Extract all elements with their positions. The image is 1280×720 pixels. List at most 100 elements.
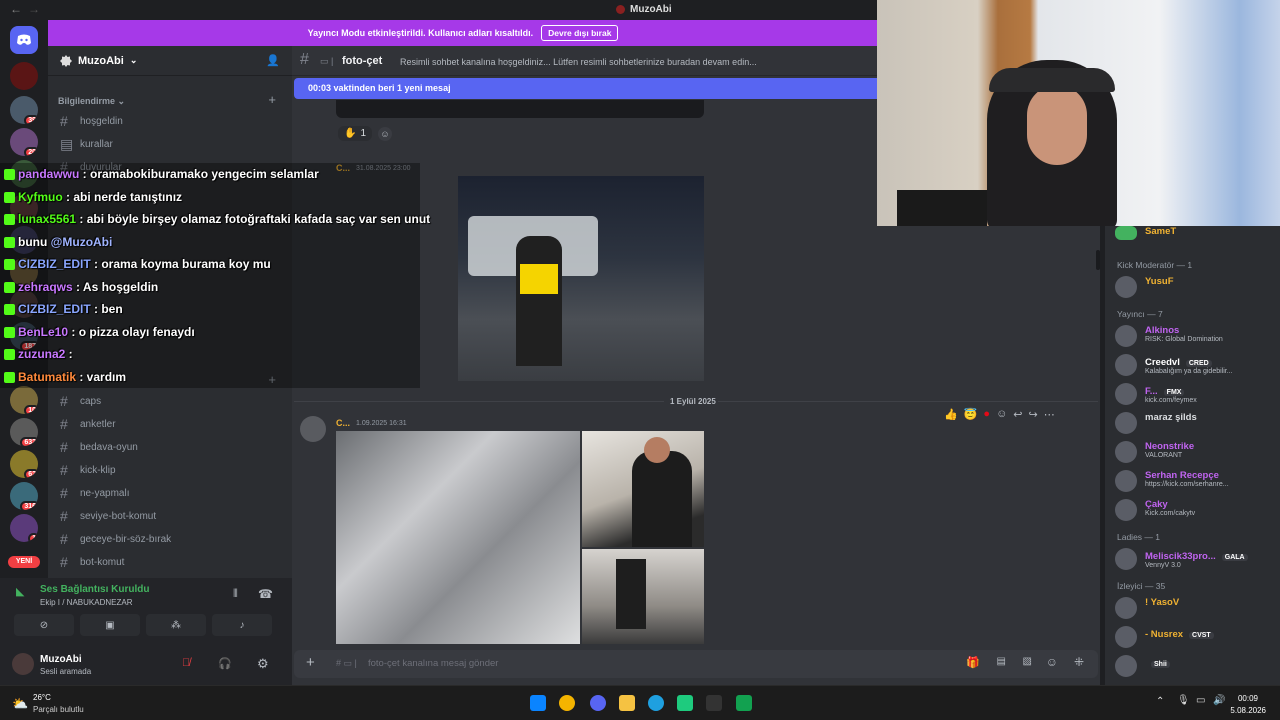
message-composer[interactable]: + # ▭ | foto-çet kanalına mesaj gönder 🎁… <box>294 650 1098 678</box>
attachment-image[interactable] <box>458 176 704 381</box>
server-header[interactable]: MuzoAbi ⌄ 👤 <box>48 46 292 76</box>
weather-desc[interactable]: Parçalı bulutlu <box>33 705 84 714</box>
attachment-image[interactable] <box>582 549 704 644</box>
member-item[interactable]: Çaky Kick.com/cakytv <box>1115 499 1195 521</box>
channel-topic[interactable]: Resimli sohbet kanalına hoşgeldiniz... L… <box>400 57 757 67</box>
network-icon[interactable]: ▭ <box>1196 695 1205 706</box>
member-item[interactable]: ! YasoV <box>1115 597 1179 619</box>
add-channel-icon[interactable]: + <box>268 92 276 107</box>
member-item[interactable]: - Nusrex CVST <box>1115 626 1214 648</box>
member-item[interactable]: F... FMX kick.com/feymex <box>1115 383 1197 405</box>
member-name: Serhan Recepçe <box>1145 470 1219 481</box>
app-icon[interactable] <box>677 695 693 711</box>
activities-button[interactable]: ⁂ <box>146 614 206 636</box>
user-name[interactable]: MuzoAbi <box>40 654 82 665</box>
channel-category[interactable]: Bilgilendirme ⌄ <box>58 96 125 107</box>
add-member-icon[interactable]: 👤 <box>266 54 280 67</box>
server-icon[interactable] <box>10 62 38 90</box>
disable-streamer-mode-button[interactable]: Devre dışı bırak <box>541 25 619 41</box>
reply-icon[interactable]: ↩ <box>1013 408 1022 421</box>
apps-icon[interactable]: ⁜ <box>1074 655 1084 669</box>
message-author[interactable]: C... <box>336 418 350 428</box>
camera-off-button[interactable]: ⊘ <box>14 614 74 636</box>
windows-start-icon[interactable] <box>530 695 546 711</box>
more-icon[interactable]: ⋯ <box>1044 408 1055 421</box>
channel-item-ne-yapmali[interactable]: # ne-yapmalı <box>60 485 129 501</box>
attachment-image[interactable] <box>336 431 580 644</box>
add-attachment-icon[interactable]: + <box>306 654 315 671</box>
volume-icon[interactable]: 🔊 <box>1213 695 1225 706</box>
chrome-icon[interactable] <box>559 695 575 711</box>
member-item[interactable]: Alkinos RISK: Global Domination <box>1115 325 1223 347</box>
server-icon[interactable]: 20 <box>10 128 38 156</box>
thumbs-up-icon[interactable]: 👍 <box>944 408 958 421</box>
tray-chevron-icon[interactable]: ⌃ <box>1156 696 1164 707</box>
member-item[interactable]: YusuF <box>1115 276 1174 298</box>
avatar <box>1115 383 1137 405</box>
member-item[interactable]: SameT <box>1115 226 1176 240</box>
noise-suppression-icon[interactable]: ⦀ <box>233 588 238 601</box>
avatar[interactable] <box>300 416 326 442</box>
headset-muted-icon[interactable]: 🎧 <box>218 657 232 670</box>
emoji-icon[interactable]: ☺ <box>1046 655 1058 669</box>
new-badge[interactable]: YENİ <box>8 556 40 568</box>
attachment-image[interactable] <box>336 100 704 118</box>
server-icon[interactable]: 10 <box>10 386 38 414</box>
voice-status[interactable]: Ses Bağlantısı Kuruldu <box>40 584 149 595</box>
server-icon[interactable]: 39 <box>10 96 38 124</box>
member-item[interactable]: Shii <box>1115 655 1170 677</box>
member-item[interactable]: maraz şilds <box>1115 412 1197 434</box>
channel-item-bedava-oyun[interactable]: # bedava-oyun <box>60 439 138 455</box>
member-item[interactable]: Neonstrike VALORANT <box>1115 441 1194 463</box>
voice-channel[interactable]: Ekip I / NABUKADNEZAR <box>40 598 132 607</box>
server-icon[interactable]: 62 <box>10 450 38 478</box>
channel-item-geceye-bir-soz-birak[interactable]: # geceye-bir-söz-bırak <box>60 531 171 547</box>
gif-icon[interactable]: ▤ <box>997 656 1006 667</box>
terminal-icon[interactable] <box>706 695 722 711</box>
attachment-image[interactable] <box>582 431 704 547</box>
settings-gear-icon[interactable]: ⚙ <box>257 656 269 672</box>
hash-icon: # <box>60 531 68 547</box>
forward-icon[interactable]: ↪ <box>1029 408 1038 421</box>
soundboard-button[interactable]: ♪ <box>212 614 272 636</box>
member-item[interactable]: Serhan Recepçe https://kick.com/serhanre.… <box>1115 470 1229 492</box>
smile-emoji-icon[interactable]: 😇 <box>964 408 978 421</box>
screen-share-button[interactable]: ▣ <box>80 614 140 636</box>
channel-item-anketler[interactable]: # anketler <box>60 416 116 432</box>
forward-arrow-icon[interactable]: → <box>28 2 40 16</box>
member-item[interactable]: Meliscik33pro... GALA VennyV 3.0 <box>1115 548 1248 570</box>
scrollbar[interactable] <box>1096 250 1100 270</box>
member-item[interactable]: Creedvl CRED Kalabalığım ya da gidebilir..… <box>1115 354 1233 376</box>
channel-item-hosgeldin[interactable]: # hoşgeldin <box>60 113 123 129</box>
reaction-fire[interactable]: ✋ 1 <box>338 126 373 141</box>
gift-icon[interactable]: 🎁 <box>966 656 980 669</box>
channel-item-seviye-bot-komut[interactable]: # seviye-bot-komut <box>60 508 156 524</box>
clock-date[interactable]: 5.08.2026 <box>1230 706 1266 715</box>
new-messages-bar[interactable]: 00:03 vaktinden beri 1 yeni mesaj <box>294 78 878 99</box>
clock-time[interactable]: 00:09 <box>1238 694 1258 703</box>
add-reaction-icon[interactable]: ☺ <box>996 408 1007 420</box>
mic-muted-icon[interactable]: 🎙̸ <box>182 657 190 669</box>
server-icon[interactable]: 632 <box>10 418 38 446</box>
channel-item-kick-klip[interactable]: # kick-klip <box>60 462 116 478</box>
avatar[interactable] <box>12 653 34 675</box>
channel-item-caps[interactable]: # caps <box>60 393 101 409</box>
sticker-icon[interactable]: ▧ <box>1023 656 1032 667</box>
edge-icon[interactable] <box>648 695 664 711</box>
flag-emoji-icon[interactable]: ● <box>983 408 990 420</box>
channel-item-kurallar[interactable]: ▤ kurallar <box>60 136 113 153</box>
overlay-username: BenLe10 <box>18 324 69 339</box>
weather-temp[interactable]: 26°C <box>33 693 51 702</box>
server-icon[interactable]: 1 <box>10 514 38 542</box>
discord-taskbar-icon[interactable] <box>590 695 606 711</box>
add-reaction-icon[interactable]: ☺ <box>378 127 392 141</box>
back-arrow-icon[interactable]: ← <box>10 2 22 16</box>
discord-home-icon[interactable] <box>10 26 38 54</box>
file-explorer-icon[interactable] <box>619 695 635 711</box>
mic-tray-icon[interactable]: 🎙 <box>1177 695 1190 706</box>
app-icon[interactable] <box>736 695 752 711</box>
channel-item-bot-komut[interactable]: # bot-komut <box>60 554 124 570</box>
server-icon[interactable]: 316 <box>10 482 38 510</box>
hash-icon: # <box>60 416 68 432</box>
disconnect-icon[interactable]: ☎ <box>258 587 273 601</box>
